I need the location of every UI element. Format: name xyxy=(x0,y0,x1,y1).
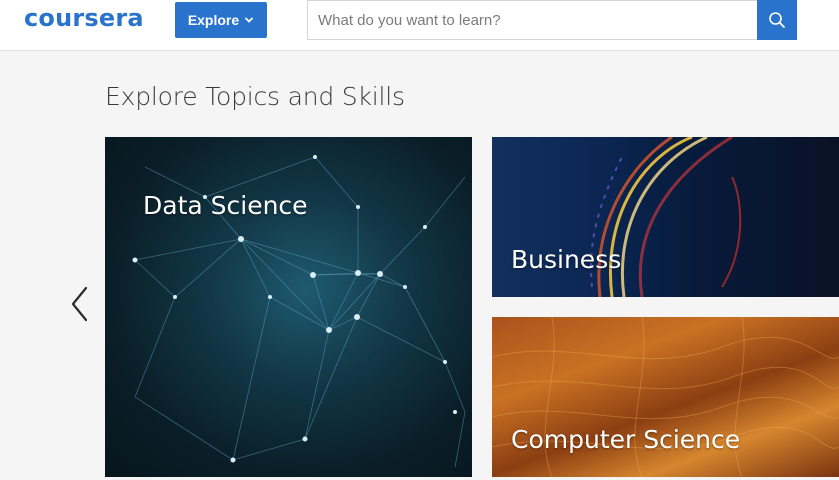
chevron-left-icon[interactable] xyxy=(68,284,92,324)
search-icon xyxy=(769,12,785,28)
search-input[interactable] xyxy=(307,0,758,40)
chevron-down-icon xyxy=(245,17,254,23)
coursera-logo[interactable]: coursera xyxy=(24,4,144,32)
topic-tile-data-science[interactable]: Data Science xyxy=(105,137,472,477)
tile-label-data-science: Data Science xyxy=(143,191,308,220)
network-graphic xyxy=(132,155,466,468)
search-button[interactable] xyxy=(757,0,797,40)
topic-tile-business[interactable]: Business xyxy=(492,137,839,297)
tile-label-computer-science: Computer Science xyxy=(511,425,741,454)
topic-tile-computer-science[interactable]: Computer Science xyxy=(492,317,839,477)
tile-label-business: Business xyxy=(511,245,622,274)
top-header: coursera Explore xyxy=(0,0,839,51)
explore-button[interactable]: Explore xyxy=(175,2,267,38)
explore-label: Explore xyxy=(187,12,240,28)
section-title: Explore Topics and Skills xyxy=(105,82,405,111)
